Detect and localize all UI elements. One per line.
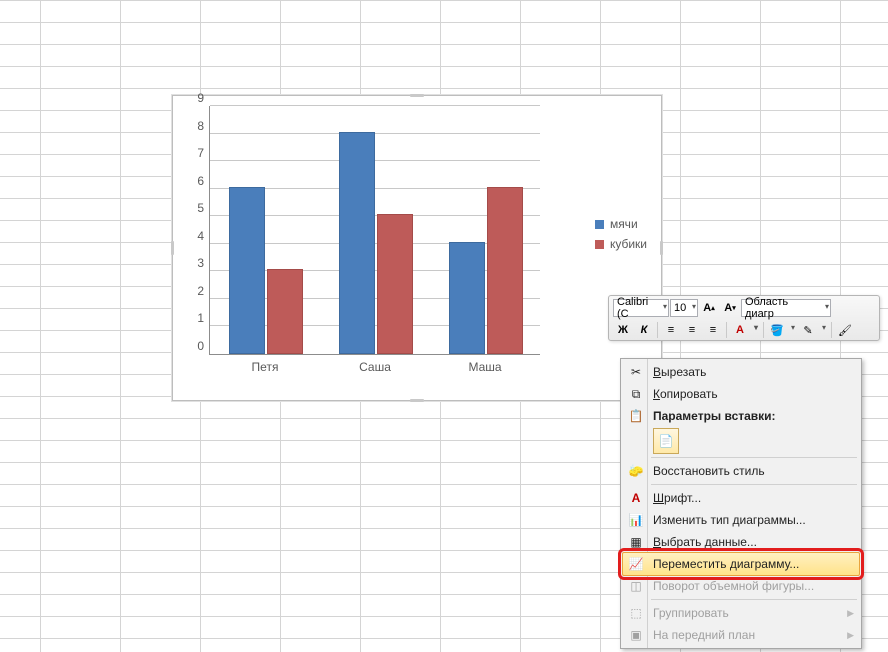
legend-item-s2[interactable]: кубики: [595, 237, 647, 251]
italic-button[interactable]: К: [634, 320, 654, 340]
ctx-label: Шрифт...: [653, 491, 701, 505]
ytick: 2: [197, 284, 204, 298]
legend-item-s1[interactable]: мячи: [595, 217, 647, 231]
select-data-icon: ▦: [627, 533, 645, 551]
ctx-label: Переместить диаграмму...: [653, 557, 799, 571]
ytick: 9: [197, 91, 204, 105]
ctx-label: Вырезать: [653, 365, 706, 379]
ytick: 6: [197, 174, 204, 188]
ctx-group: ⬚ Группировать ▶: [623, 602, 859, 624]
ctx-copy[interactable]: ⧉ Копировать: [623, 383, 859, 405]
ctx-move-chart[interactable]: 📈 Переместить диаграмму...: [622, 552, 860, 576]
clipboard-icon: 📋: [627, 407, 645, 425]
plot-area[interactable]: 0 1 2 3 4 5 6 7 8 9 Петя Саша Маша: [209, 106, 540, 355]
bar-s2-c2[interactable]: [487, 187, 523, 354]
font-name-combo[interactable]: Calibri (С: [613, 299, 669, 317]
ctx-label: Группировать: [653, 606, 729, 620]
ctx-reset-style[interactable]: 🧽 Восстановить стиль: [623, 460, 859, 482]
move-chart-icon: 📈: [627, 555, 645, 573]
align-right-button[interactable]: ≡: [703, 320, 723, 340]
chart-type-icon: 📊: [627, 511, 645, 529]
submenu-arrow-icon: ▶: [847, 608, 854, 619]
shape-fill-button[interactable]: 🪣: [767, 320, 797, 340]
context-menu: ✂ Вырезать ⧉ Копировать 📋 Параметры вста…: [620, 358, 862, 649]
ctx-font[interactable]: А Шрифт...: [623, 487, 859, 509]
chart-element-value: Область диагр: [745, 296, 820, 320]
resize-handle-bottom[interactable]: [410, 399, 424, 402]
ytick: 0: [197, 339, 204, 353]
resize-handle-right[interactable]: [660, 241, 663, 255]
ctx-bring-to-front: ▣ На передний план ▶: [623, 624, 859, 646]
ctx-label: Поворот объемной фигуры...: [653, 579, 814, 593]
bar-s1-c1[interactable]: [339, 132, 375, 354]
mini-toolbar: Calibri (С 10 A▴ A▾ Область диагр Ж К ≡ …: [608, 295, 880, 341]
ctx-label: Восстановить стиль: [653, 464, 765, 478]
grow-font-button[interactable]: A▴: [699, 298, 719, 318]
bar-s1-c0[interactable]: [229, 187, 265, 354]
scissors-icon: ✂: [627, 363, 645, 381]
ctx-3d-rotation: ◫ Поворот объемной фигуры...: [623, 575, 859, 597]
paste-icon: 📄: [659, 434, 674, 448]
resize-handle-top[interactable]: [410, 94, 424, 97]
bold-button[interactable]: Ж: [613, 320, 633, 340]
legend[interactable]: мячи кубики: [595, 211, 647, 257]
ctx-label: На передний план: [653, 628, 755, 642]
ytick: 1: [197, 311, 204, 325]
bar-s2-c1[interactable]: [377, 214, 413, 354]
ytick: 4: [197, 229, 204, 243]
shrink-font-button[interactable]: A▾: [720, 298, 740, 318]
chart-style-button[interactable]: 🖌: [835, 320, 855, 340]
submenu-arrow-icon: ▶: [847, 630, 854, 641]
ytick: 8: [197, 119, 204, 133]
font-name-value: Calibri (С: [617, 296, 658, 320]
font-icon: А: [627, 489, 645, 507]
ytick: 3: [197, 256, 204, 270]
legend-swatch-icon: [595, 220, 604, 229]
brush-icon: 🖌: [838, 324, 852, 337]
ctx-label: Копировать: [653, 387, 718, 401]
font-color-button[interactable]: A: [730, 320, 760, 340]
bar-s2-c0[interactable]: [267, 269, 303, 354]
shape-outline-button[interactable]: ✎: [798, 320, 828, 340]
group-icon: ⬚: [627, 604, 645, 622]
align-center-button[interactable]: ≡: [682, 320, 702, 340]
chart-object[interactable]: 0 1 2 3 4 5 6 7 8 9 Петя Саша Маша мячи: [172, 95, 662, 401]
bar-s1-c2[interactable]: [449, 242, 485, 354]
ctx-select-data[interactable]: ▦ Выбрать данные...: [623, 531, 859, 553]
reset-style-icon: 🧽: [627, 462, 645, 480]
font-size-value: 10: [674, 302, 686, 314]
ctx-label: Изменить тип диаграммы...: [653, 513, 806, 527]
pencil-icon: ✎: [803, 324, 812, 337]
legend-swatch-icon: [595, 240, 604, 249]
align-left-button[interactable]: ≡: [661, 320, 681, 340]
ctx-label: Параметры вставки:: [653, 409, 776, 423]
ctx-paste-options-header: 📋 Параметры вставки:: [623, 405, 859, 427]
paste-option-button[interactable]: 📄: [653, 428, 679, 454]
ctx-paste-options: 📄: [623, 427, 859, 455]
xlabel: Петя: [229, 360, 301, 374]
legend-label: мячи: [610, 217, 638, 231]
ctx-cut[interactable]: ✂ Вырезать: [623, 361, 859, 383]
bring-front-icon: ▣: [627, 626, 645, 644]
paint-bucket-icon: 🪣: [770, 324, 784, 337]
ctx-change-chart-type[interactable]: 📊 Изменить тип диаграммы...: [623, 509, 859, 531]
chart-element-combo[interactable]: Область диагр: [741, 299, 831, 317]
resize-handle-left[interactable]: [171, 241, 174, 255]
xlabel: Саша: [339, 360, 411, 374]
ytick: 7: [197, 146, 204, 160]
font-size-combo[interactable]: 10: [670, 299, 698, 317]
xlabel: Маша: [449, 360, 521, 374]
ctx-label: Выбрать данные...: [653, 535, 757, 549]
rotate-3d-icon: ◫: [627, 577, 645, 595]
copy-icon: ⧉: [627, 385, 645, 403]
legend-label: кубики: [610, 237, 647, 251]
ytick: 5: [197, 201, 204, 215]
